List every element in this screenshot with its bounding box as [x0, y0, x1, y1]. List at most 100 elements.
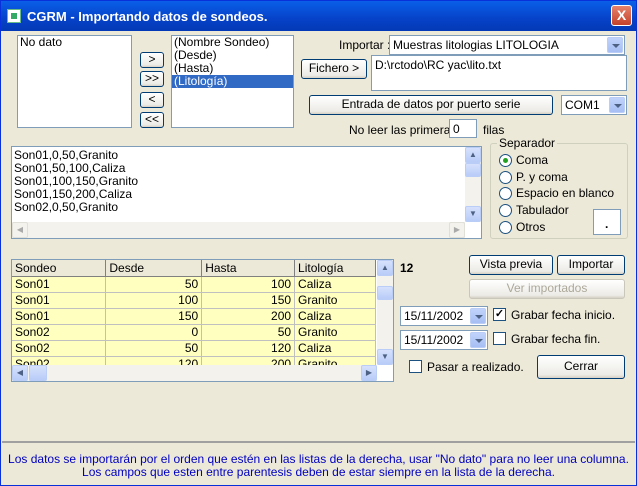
skip-rows-suffix: filas [483, 123, 505, 137]
column-header-litologia[interactable]: Litología [294, 260, 376, 277]
scroll-down-icon[interactable]: ▼ [465, 206, 481, 222]
table-cell[interactable]: 150 [201, 292, 296, 309]
end-date-label: Grabar fecha fin. [511, 332, 601, 346]
selected-fields-list[interactable]: (Nombre Sondeo) (Desde) (Hasta) (Litología) [171, 35, 294, 128]
serial-port-combo[interactable]: COM1 [561, 95, 627, 115]
table-cell[interactable]: Son01 [12, 276, 107, 293]
scroll-thumb[interactable] [465, 163, 481, 177]
preview-vertical-scrollbar[interactable]: ▲ ▼ [465, 147, 481, 222]
chevron-down-icon[interactable] [470, 308, 486, 324]
title-bar[interactable]: CGRM - Importando datos de sondeos. X [1, 1, 636, 31]
mark-done-checkbox[interactable] [409, 360, 422, 373]
table-cell[interactable]: Son02 [12, 324, 107, 341]
grid-horizontal-scrollbar[interactable]: ◀ ▶ [12, 365, 377, 381]
separator-label-space: Espacio en blanco [516, 186, 615, 200]
table-row[interactable]: Son01 150 200 Caliza [12, 308, 376, 325]
scroll-right-icon[interactable]: ▶ [449, 222, 465, 238]
column-header-sondeo[interactable]: Sondeo [12, 260, 107, 277]
scroll-left-icon[interactable]: ◀ [12, 222, 28, 238]
close-button[interactable]: Cerrar [537, 355, 625, 379]
import-dialog: CGRM - Importando datos de sondeos. X No… [0, 0, 637, 486]
mark-done-label: Pasar a realizado. [427, 360, 524, 374]
table-cell[interactable]: Caliza [294, 340, 376, 357]
add-field-button[interactable]: > [140, 52, 164, 68]
table-cell[interactable]: 100 [201, 276, 296, 293]
scroll-up-icon[interactable]: ▲ [377, 260, 393, 276]
scroll-down-icon[interactable]: ▼ [377, 349, 393, 365]
separator-radio-space[interactable] [499, 187, 512, 200]
separator-radio-other[interactable] [499, 221, 512, 234]
chevron-down-icon[interactable] [470, 332, 486, 348]
scroll-right-icon[interactable]: ▶ [361, 365, 377, 381]
separator-label-other: Otros [516, 220, 546, 234]
table-cell[interactable]: 100 [105, 292, 203, 309]
separator-radio-tab[interactable] [499, 204, 512, 217]
separator-radio-semicolon[interactable] [499, 171, 512, 184]
import-type-combo[interactable]: Muestras litologias LITOLOGIA [389, 35, 625, 55]
table-cell[interactable]: 150 [105, 308, 203, 325]
scroll-up-icon[interactable]: ▲ [465, 147, 481, 163]
view-imported-button[interactable]: Ver importados [469, 279, 625, 299]
close-window-button[interactable]: X [611, 5, 632, 26]
raw-preview-box[interactable]: Son01,0,50,Granito Son01,50,100,Caliza Son… [11, 146, 482, 239]
import-button[interactable]: Importar [557, 255, 625, 275]
table-row[interactable]: Son01 50 100 Caliza [12, 276, 376, 293]
separator-label-tab: Tabulador [516, 203, 569, 217]
table-row[interactable]: Son02 0 50 Granito [12, 324, 376, 341]
app-icon [7, 9, 21, 23]
preview-button[interactable]: Vista previa [469, 255, 553, 275]
table-cell[interactable]: 50 [201, 324, 296, 341]
import-data-grid[interactable]: Sondeo Desde Hasta Litología Son01 50 100 C… [11, 259, 394, 382]
remove-field-button[interactable]: < [140, 92, 164, 108]
skip-rows-input[interactable]: 0 [449, 119, 477, 138]
import-type-label: Importar : [339, 38, 391, 52]
grid-vertical-scrollbar[interactable]: ▲ ▼ [377, 260, 393, 365]
table-row[interactable]: Son02 50 120 Caliza [12, 340, 376, 357]
table-cell[interactable]: Son01 [12, 308, 107, 325]
start-date-checkbox[interactable]: ✓ [493, 308, 506, 321]
table-cell[interactable]: 200 [201, 308, 296, 325]
separator-title: Separador [497, 136, 558, 150]
table-cell[interactable]: 120 [201, 340, 296, 357]
table-cell[interactable]: Granito [294, 292, 376, 309]
other-separator-input[interactable]: . [593, 209, 621, 235]
column-header-hasta[interactable]: Hasta [201, 260, 296, 277]
scroll-thumb[interactable] [377, 286, 393, 300]
table-cell[interactable]: 50 [105, 276, 203, 293]
chevron-down-icon[interactable] [609, 97, 625, 113]
remove-all-fields-button[interactable]: << [140, 112, 164, 128]
table-cell[interactable]: Granito [294, 324, 376, 341]
end-date-checkbox[interactable] [493, 332, 506, 345]
separator-label-semicolon: P. y coma [516, 170, 568, 184]
scroll-thumb[interactable] [29, 365, 47, 381]
table-row[interactable]: Son01 100 150 Granito [12, 292, 376, 309]
start-date-picker[interactable]: 15/11/2002 [400, 306, 488, 326]
chevron-down-icon[interactable] [607, 37, 623, 53]
serial-port-value: COM1 [565, 98, 600, 112]
skip-rows-value: 0 [453, 122, 460, 136]
start-date-label: Grabar fecha inicio. [511, 308, 616, 322]
separator-radio-comma[interactable] [499, 154, 512, 167]
table-cell[interactable]: Caliza [294, 276, 376, 293]
scroll-left-icon[interactable]: ◀ [12, 365, 28, 381]
table-cell[interactable]: 0 [105, 324, 203, 341]
file-path-field[interactable]: D:\rctodo\RC yac\lito.txt [371, 55, 627, 91]
table-cell[interactable]: Son01 [12, 292, 107, 309]
table-cell[interactable]: Caliza [294, 308, 376, 325]
table-cell[interactable]: Son02 [12, 340, 107, 357]
file-button[interactable]: Fichero > [301, 59, 367, 79]
start-date-value: 15/11/2002 [404, 309, 464, 323]
end-date-picker[interactable]: 15/11/2002 [400, 330, 488, 350]
list-item[interactable]: (Litología) [172, 75, 293, 88]
column-header-desde[interactable]: Desde [105, 260, 203, 277]
table-cell[interactable]: 50 [105, 340, 203, 357]
serial-port-input-button[interactable]: Entrada de datos por puerto serie [309, 95, 553, 115]
file-path-value: D:\rctodo\RC yac\lito.txt [375, 58, 502, 72]
preview-line: Son02,0,50,Granito [14, 200, 119, 214]
preview-horizontal-scrollbar[interactable]: ◀ ▶ [12, 222, 465, 238]
available-fields-list[interactable]: No dato [17, 35, 132, 128]
list-item[interactable]: No dato [18, 36, 131, 49]
add-all-fields-button[interactable]: >> [140, 71, 164, 87]
skip-rows-label: No leer las primeras [349, 123, 457, 137]
status-message: Los datos se importarán por el orden que… [2, 441, 635, 485]
